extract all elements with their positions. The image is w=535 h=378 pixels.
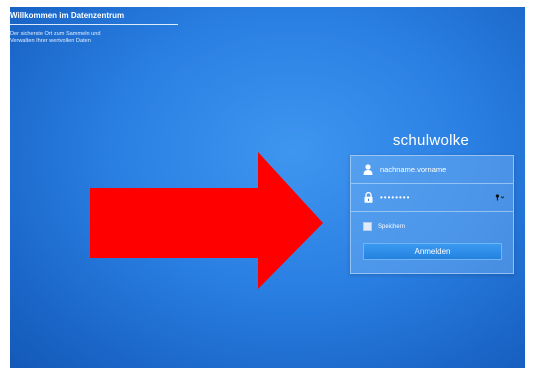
key-dropdown-icon[interactable] [495,193,505,202]
right-arrow-icon [90,152,323,289]
user-icon [363,164,373,176]
desktop-background: Willkommen im Datenzentrum Der sicherste… [10,7,525,368]
lock-icon [363,192,373,204]
password-input[interactable] [380,193,490,202]
remember-option[interactable]: Speichern [363,222,405,231]
username-input[interactable] [380,165,490,174]
login-button[interactable]: Anmelden [363,243,502,260]
remember-checkbox[interactable] [363,222,372,231]
brand-title: schulwolke [392,132,470,149]
remember-label: Speichern [378,223,406,230]
login-panel: Speichern Anmelden [350,155,514,274]
username-field[interactable] [351,156,513,184]
password-field[interactable] [351,184,513,212]
